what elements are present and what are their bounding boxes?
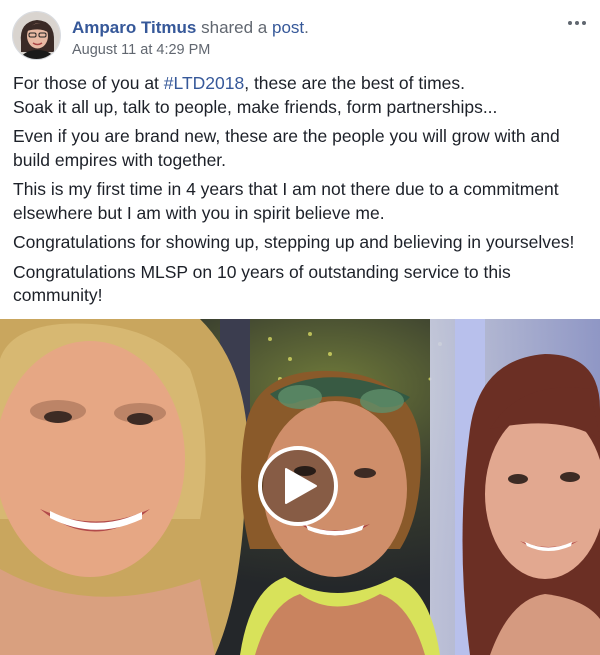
post-link[interactable]: post <box>272 18 304 37</box>
paragraph-line: build empires with together. <box>13 149 227 170</box>
post-paragraph: Congratulations for showing up, stepping… <box>13 231 593 255</box>
post-timestamp[interactable]: August 11 at 4:29 PM <box>72 41 210 59</box>
post-paragraph: Even if you are brand new, these are the… <box>13 125 593 172</box>
text-segment: For those of you at <box>13 73 164 93</box>
paragraph-line: Even if you are brand new, these are the… <box>13 126 560 146</box>
text-segment: , these are the best of times. <box>244 73 466 93</box>
paragraph-line: For those of you at #LTD2018, these are … <box>13 72 593 96</box>
paragraph-line: community! <box>13 285 103 305</box>
paragraph-line: Congratulations MLSP on 10 years of outs… <box>13 261 511 282</box>
more-options-button[interactable] <box>564 13 590 33</box>
post-paragraph: For those of you at #LTD2018, these are … <box>13 72 593 119</box>
period: . <box>304 18 309 37</box>
more-options-icon-dot <box>575 21 579 25</box>
play-icon <box>285 468 317 504</box>
paragraph-line: This is my first time in 4 years that I … <box>13 179 559 199</box>
more-options-icon-dot <box>582 21 586 25</box>
post-body: For those of you at #LTD2018, these are … <box>13 72 593 314</box>
paragraph-line: elsewhere but I am with you in spirit be… <box>13 202 385 223</box>
author-avatar[interactable] <box>12 11 61 60</box>
author-name-link[interactable]: Amparo Titmus <box>72 18 196 37</box>
shared-text: shared a <box>201 18 268 37</box>
facebook-post: Amparo Titmus shared a post. August 11 a… <box>0 0 600 655</box>
post-header: Amparo Titmus shared a post. <box>72 17 309 39</box>
post-paragraph: This is my first time in 4 years that I … <box>13 178 593 225</box>
paragraph-line: Soak it all up, talk to people, make fri… <box>13 96 498 117</box>
avatar-photo <box>13 12 60 59</box>
post-paragraph: Congratulations MLSP on 10 years of outs… <box>13 261 593 308</box>
hashtag-link[interactable]: #LTD2018 <box>164 73 244 93</box>
more-options-icon <box>568 21 572 25</box>
play-video-button[interactable] <box>258 446 338 526</box>
paragraph-line: Congratulations for showing up, stepping… <box>13 232 575 252</box>
